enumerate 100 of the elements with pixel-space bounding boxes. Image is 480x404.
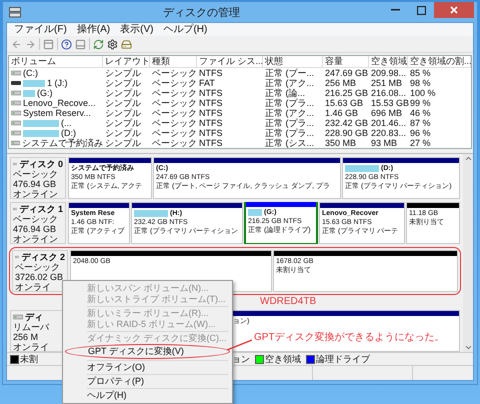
- settings-icon[interactable]: [107, 38, 118, 50]
- drive-icon: [11, 120, 21, 126]
- window-title: ディスクの管理: [162, 6, 241, 20]
- table-cell-text: シンプル: [104, 108, 142, 118]
- table-cell-text: 正常 (プラ...: [264, 128, 315, 138]
- table-cell-text: FAT: [198, 78, 216, 88]
- drive-icon[interactable]: [121, 38, 132, 50]
- back-icon[interactable]: [11, 38, 22, 50]
- table-cell-text: ベーシック: [151, 78, 197, 88]
- column-header[interactable]: 容量: [323, 56, 369, 68]
- disk-size: 3726.02 GB: [15, 272, 64, 282]
- table-cell-text: ベーシック: [151, 68, 197, 78]
- legend-label: 空き領域: [265, 354, 301, 364]
- column-header[interactable]: レイアウト: [103, 56, 150, 68]
- disk-size: 476.94 GB: [13, 224, 58, 234]
- volume-name: システムで予約済み: [22, 138, 103, 148]
- disk-status: オンライ: [15, 282, 52, 292]
- disk-label-panel[interactable]: ディスク 0 ベーシック 476.94 GB オンライン: [10, 157, 66, 199]
- column-header[interactable]: 状態: [263, 56, 323, 68]
- scrollbar[interactable]: [463, 154, 473, 352]
- forward-icon[interactable]: [25, 38, 36, 50]
- table-cell-text: 201.46...: [370, 118, 408, 128]
- disk-type: ベーシック: [13, 214, 59, 224]
- panel-icon[interactable]: [75, 38, 86, 50]
- panel-icon[interactable]: [43, 38, 54, 50]
- table-cell-text: 87 %: [409, 118, 432, 128]
- column-header[interactable]: ファイル シス...: [197, 56, 263, 68]
- drive-icon: [11, 90, 21, 96]
- table-cell-text: 正常 (ブー...: [264, 68, 315, 78]
- table-cell-text: 15.63 GB: [324, 98, 364, 108]
- minimize-icon: [390, 9, 400, 11]
- table-cell-text: 216.08...: [370, 88, 408, 98]
- menu-item[interactable]: プロパティ(P): [65, 376, 230, 387]
- menu-item[interactable]: ヘルプ(H): [159, 24, 212, 36]
- table-cell-text: ベーシック: [151, 118, 197, 128]
- table-cell-text: NTFS: [198, 88, 224, 98]
- table-cell-text: NTFS: [198, 128, 224, 138]
- table-cell-text: 正常 (アク...: [264, 78, 315, 88]
- column-header[interactable]: 空き領域: [369, 56, 408, 68]
- scroll-down-icon[interactable]: [464, 343, 472, 352]
- table-cell-text: 46 %: [409, 108, 432, 118]
- table-cell-text: シンプル: [104, 78, 142, 88]
- table-cell-text: 正常 (プラ...: [264, 118, 315, 128]
- table-cell-text: 正常 (論...: [264, 88, 306, 98]
- refresh-icon[interactable]: [93, 38, 104, 50]
- disk-status: オンライン: [13, 234, 59, 244]
- disk-name: ディ: [25, 312, 43, 322]
- table-cell-text: 85 %: [409, 68, 432, 78]
- close-icon: [450, 6, 458, 14]
- table-cell-text: 251 MB: [370, 78, 404, 88]
- table-cell-text: 350 MB: [324, 138, 358, 148]
- column-header[interactable]: ボリューム: [9, 56, 103, 68]
- table-cell-text: 96 %: [409, 128, 432, 138]
- legend-label: ョン: [232, 354, 250, 364]
- menu-item[interactable]: 操作(A): [72, 24, 114, 36]
- volume-name: (C:): [23, 68, 38, 78]
- drive-icon: [11, 130, 21, 136]
- scroll-up-icon[interactable]: [464, 154, 472, 163]
- table-cell-text: 正常 (プラ...: [264, 98, 315, 108]
- menu-item[interactable]: GPT ディスクに変換(V): [65, 344, 230, 359]
- disk-type: ベーシック: [15, 262, 61, 272]
- menu-item[interactable]: ヘルプ(H): [65, 390, 230, 401]
- disk-status: オンライ: [13, 342, 50, 352]
- disk-name: ディスク 1: [19, 204, 63, 214]
- column-header[interactable]: 種類: [150, 56, 197, 68]
- table-cell-text: ベーシック: [151, 108, 197, 118]
- disk-label-panel[interactable]: ディスク 2 ベーシック 3726.02 GB オンライ: [12, 250, 68, 292]
- table-cell-text: シンプル: [104, 98, 142, 108]
- table-cell-text: NTFS: [198, 118, 224, 128]
- menu-item[interactable]: 表示(V): [116, 24, 158, 36]
- table-cell-text: 228.90 GB: [324, 128, 369, 138]
- table-cell-text: シンプル: [104, 88, 142, 98]
- disk-type: リムーバ: [13, 322, 50, 332]
- disk-label-panel[interactable]: ディスク 1 ベーシック 476.94 GB オンライン: [10, 202, 66, 244]
- maximize-icon: [416, 6, 426, 14]
- menu-item[interactable]: オフライン(O): [65, 362, 230, 373]
- table-cell-text: 正常 (シス...: [264, 138, 315, 148]
- table-cell-text: 27 %: [409, 138, 432, 148]
- disk-status: オンライン: [13, 189, 59, 199]
- disk-name: ディスク 0: [19, 159, 63, 169]
- drive-icon: [11, 100, 21, 106]
- help-icon[interactable]: [61, 38, 72, 50]
- table-cell-text: シンプル: [104, 118, 142, 128]
- table-cell-text: 696 MB: [370, 108, 404, 118]
- column-header[interactable]: 空き領域の割...: [408, 56, 471, 68]
- leader-line: [227, 338, 252, 352]
- disk-name: ディスク 2: [21, 252, 65, 262]
- menu-item[interactable]: ファイル(F): [10, 24, 71, 36]
- volume-name: 1 (J:): [23, 78, 68, 88]
- annotation-note: GPTディスク変換ができるようになった。: [254, 330, 445, 344]
- table-cell-text: ベーシック: [151, 98, 197, 108]
- close-button[interactable]: [434, 2, 474, 18]
- volume-name: (G:): [23, 88, 52, 98]
- drive-icon: [13, 314, 23, 320]
- table-cell-text: ベーシック: [151, 138, 197, 148]
- table-cell-text: 正常 (アク...: [264, 108, 315, 118]
- table-cell-text: 256 MB: [324, 78, 358, 88]
- table-cell-text: NTFS: [198, 98, 224, 108]
- drive-icon: [11, 70, 21, 76]
- disk-type: ベーシック: [13, 169, 59, 179]
